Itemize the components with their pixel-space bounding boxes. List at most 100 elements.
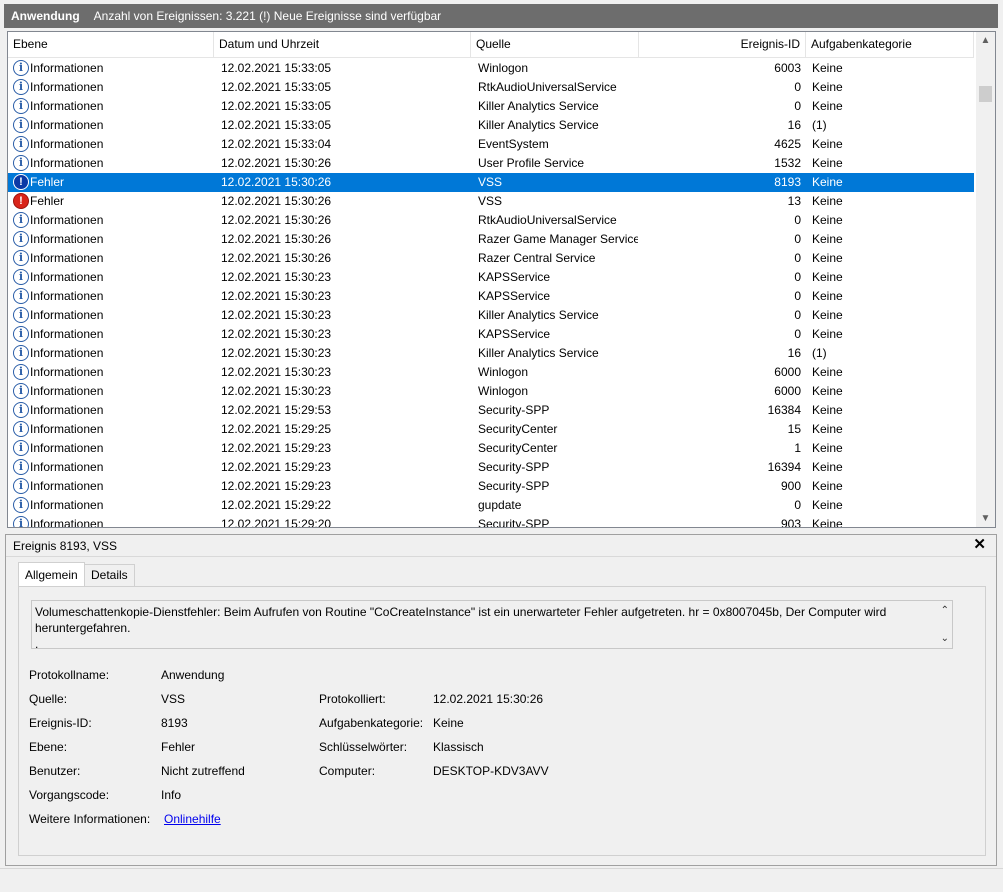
table-row[interactable]: i Informationen 12.02.2021 15:29:23 Securit… [8, 477, 974, 496]
column-header-ebene[interactable]: Ebene [8, 32, 214, 57]
info-icon: i [13, 478, 29, 494]
onlinehilfe-link[interactable]: Onlinehilfe [164, 811, 221, 827]
table-row[interactable]: ! Fehler 12.02.2021 15:30:26 VSS 13 Keine [8, 192, 974, 211]
tab-details[interactable]: Details [84, 564, 135, 587]
table-row[interactable]: i Informationen 12.02.2021 15:30:23 Winlogo… [8, 363, 974, 382]
info-icon: i [13, 250, 29, 266]
info-icon: i [13, 79, 29, 95]
label-protokollname: Protokollname: [29, 668, 110, 682]
event-category: Keine [812, 289, 843, 303]
value-protokollname: Anwendung [161, 668, 225, 682]
event-level: Informationen [30, 346, 104, 360]
event-list-header: Ebene Datum und Uhrzeit Quelle Ereignis-… [8, 32, 974, 58]
value-ereignis-id: 8193 [161, 716, 188, 730]
event-source: Killer Analytics Service [478, 99, 599, 113]
scroll-up-arrow-icon[interactable]: ▲ [976, 32, 995, 49]
table-row[interactable]: i Informationen 12.02.2021 15:33:05 Killer … [8, 97, 974, 116]
scroll-down-arrow-icon[interactable]: ▼ [976, 510, 995, 527]
event-source: Killer Analytics Service [478, 346, 599, 360]
table-row[interactable]: i Informationen 12.02.2021 15:30:23 KAPSSer… [8, 268, 974, 287]
table-row[interactable]: i Informationen 12.02.2021 15:33:05 Killer … [8, 116, 974, 135]
event-date: 12.02.2021 15:33:04 [221, 137, 332, 151]
info-icon: i [13, 383, 29, 399]
table-row-selected[interactable]: ! Fehler 12.02.2021 15:30:26 VSS 8193 Keine [8, 173, 974, 192]
event-date: 12.02.2021 15:29:23 [221, 441, 332, 455]
event-level: Fehler [30, 175, 65, 189]
info-icon: i [13, 269, 29, 285]
event-category: Keine [812, 156, 843, 170]
info-icon: i [13, 117, 29, 133]
column-header-quelle[interactable]: Quelle [471, 32, 639, 57]
event-level: Informationen [30, 517, 104, 528]
info-icon: i [13, 326, 29, 342]
chevron-up-icon[interactable]: ⌃ [941, 603, 949, 619]
table-row[interactable]: i Informationen 12.02.2021 15:30:23 KAPSSer… [8, 287, 974, 306]
column-header-ereignis-id[interactable]: Ereignis-ID [639, 32, 806, 57]
event-list[interactable]: Ebene Datum und Uhrzeit Quelle Ereignis-… [7, 31, 996, 528]
error-icon: ! [13, 174, 29, 190]
table-row[interactable]: i Informationen 12.02.2021 15:30:23 Killer … [8, 344, 974, 363]
error-icon: ! [13, 193, 29, 209]
event-level: Informationen [30, 479, 104, 493]
table-row[interactable]: i Informationen 12.02.2021 15:30:26 RtkAudi… [8, 211, 974, 230]
table-row[interactable]: i Informationen 12.02.2021 15:30:26 Razer C… [8, 249, 974, 268]
value-benutzer: Nicht zutreffend [161, 764, 245, 778]
event-id: 8193 [774, 175, 801, 189]
event-list-scrollbar[interactable]: ▲ ▼ [976, 32, 995, 527]
event-id: 0 [794, 270, 801, 284]
event-date: 12.02.2021 15:29:20 [221, 517, 332, 528]
table-row[interactable]: i Informationen 12.02.2021 15:29:23 Securit… [8, 458, 974, 477]
event-category: Keine [812, 270, 843, 284]
table-row[interactable]: i Informationen 12.02.2021 15:30:23 Killer … [8, 306, 974, 325]
table-row[interactable]: i Informationen 12.02.2021 15:29:20 Securit… [8, 515, 974, 528]
event-source: KAPSService [478, 327, 551, 341]
label-weitere-informationen: Weitere Informationen: [29, 812, 151, 826]
event-source: Killer Analytics Service [478, 118, 599, 132]
event-level: Informationen [30, 99, 104, 113]
tab-allgemein[interactable]: Allgemein [18, 562, 85, 586]
table-row[interactable]: i Informationen 12.02.2021 15:29:22 gupdate… [8, 496, 974, 515]
table-row[interactable]: i Informationen 12.02.2021 15:29:53 Securit… [8, 401, 974, 420]
event-category: Keine [812, 422, 843, 436]
event-id: 6003 [774, 61, 801, 75]
table-row[interactable]: i Informationen 12.02.2021 15:30:26 User Pr… [8, 154, 974, 173]
value-vorgangscode: Info [161, 788, 182, 802]
event-id: 0 [794, 308, 801, 322]
event-category: Keine [812, 80, 843, 94]
table-row[interactable]: i Informationen 12.02.2021 15:30:23 Winlogo… [8, 382, 974, 401]
scroll-thumb[interactable] [979, 86, 992, 102]
info-icon: i [13, 440, 29, 456]
event-id: 16 [787, 118, 801, 132]
description-text: Volumeschattenkopie-Dienstfehler: Beim A… [35, 605, 887, 635]
chevron-down-icon[interactable]: ⌄ [941, 631, 949, 647]
event-id: 0 [794, 498, 801, 512]
table-row[interactable]: i Informationen 12.02.2021 15:33:04 EventSy… [8, 135, 974, 154]
event-source: Killer Analytics Service [478, 308, 599, 322]
event-level: Informationen [30, 308, 104, 322]
table-row[interactable]: i Informationen 12.02.2021 15:29:25 Securit… [8, 420, 974, 439]
column-header-aufgabenkategorie[interactable]: Aufgabenkategorie [806, 32, 974, 57]
table-row[interactable]: i Informationen 12.02.2021 15:33:05 Winlogo… [8, 59, 974, 78]
table-row[interactable]: i Informationen 12.02.2021 15:30:23 KAPSSer… [8, 325, 974, 344]
event-category: Keine [812, 232, 843, 246]
event-date: 12.02.2021 15:30:23 [221, 289, 332, 303]
table-row[interactable]: i Informationen 12.02.2021 15:29:23 Securit… [8, 439, 974, 458]
table-row[interactable]: i Informationen 12.02.2021 15:33:05 RtkAudi… [8, 78, 974, 97]
event-level: Informationen [30, 61, 104, 75]
table-row[interactable]: i Informationen 12.02.2021 15:30:26 Razer G… [8, 230, 974, 249]
event-id: 4625 [774, 137, 801, 151]
event-date: 12.02.2021 15:30:26 [221, 156, 332, 170]
info-icon: i [13, 98, 29, 114]
event-description[interactable]: Volumeschattenkopie-Dienstfehler: Beim A… [31, 600, 953, 651]
event-category: Keine [812, 327, 843, 341]
event-date: 12.02.2021 15:30:26 [221, 232, 332, 246]
event-date: 12.02.2021 15:33:05 [221, 99, 332, 113]
column-header-datum[interactable]: Datum und Uhrzeit [214, 32, 471, 57]
event-date: 12.02.2021 15:29:25 [221, 422, 332, 436]
event-category: (1) [812, 346, 827, 360]
event-level: Informationen [30, 118, 104, 132]
value-schluesselwoerter: Klassisch [433, 740, 484, 754]
close-icon[interactable]: ✕ [973, 535, 986, 555]
value-protokolliert: 12.02.2021 15:30:26 [433, 692, 544, 706]
event-source: Security-SPP [478, 460, 550, 474]
